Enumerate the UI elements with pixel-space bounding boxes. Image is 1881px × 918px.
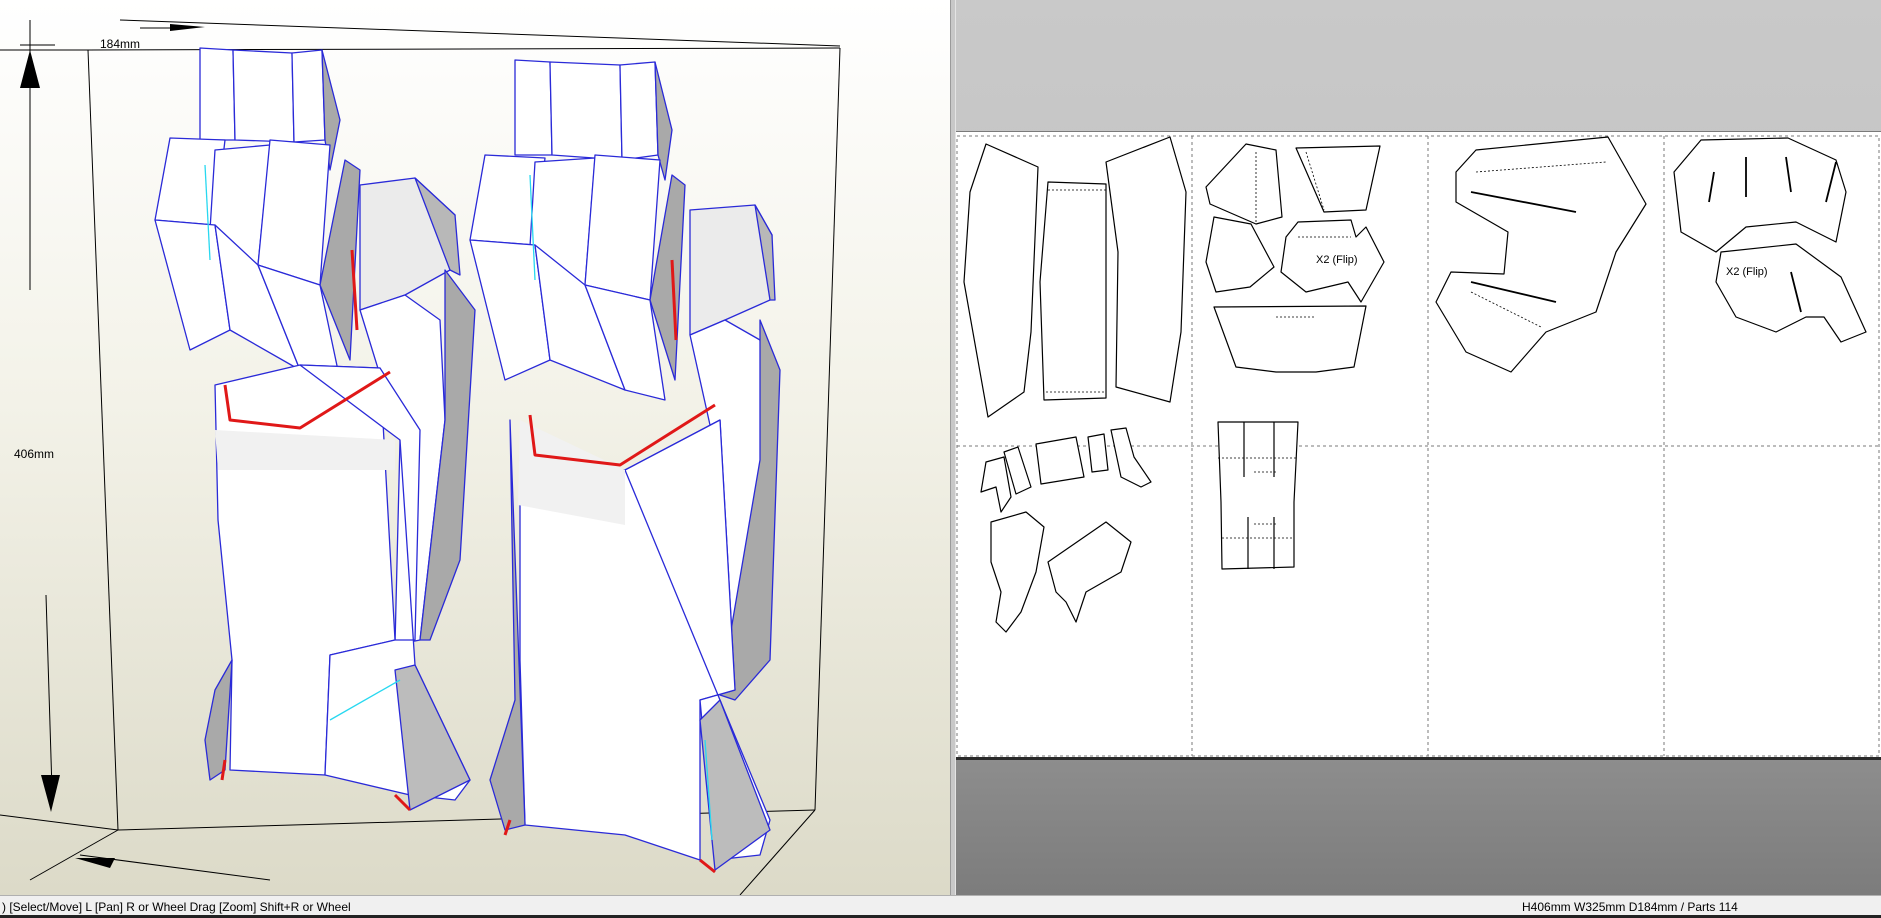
3d-view[interactable]: 184mm 406mm bbox=[0, 0, 950, 895]
workspace-background bbox=[956, 760, 1881, 895]
part-group-3[interactable] bbox=[1435, 136, 1647, 373]
flip-note-2: X2 (Flip) bbox=[1726, 266, 1768, 278]
arrow-up-icon bbox=[20, 50, 40, 88]
part-group-6[interactable] bbox=[1217, 421, 1299, 570]
mouse-hint-text: ) [Select/Move] L [Pan] R or Wheel Drag … bbox=[2, 900, 351, 914]
arrow-down-icon bbox=[41, 775, 60, 812]
3d-scene[interactable]: 184mm 406mm bbox=[0, 0, 950, 895]
height-dimension-label: 406mm bbox=[14, 447, 54, 461]
model-info-text: H406mm W325mm D184mm / Parts 114 bbox=[1522, 900, 1738, 914]
part-group-1[interactable] bbox=[963, 136, 1187, 418]
part-group-5[interactable] bbox=[980, 427, 1152, 633]
depth-dimension-label: 184mm bbox=[100, 37, 140, 51]
gauntlet-right[interactable] bbox=[469, 59, 781, 874]
gauntlet-left[interactable] bbox=[154, 47, 476, 812]
status-bar: ) [Select/Move] L [Pan] R or Wheel Drag … bbox=[0, 895, 1881, 918]
arrow-right-icon bbox=[170, 24, 205, 31]
part-group-2[interactable]: X2 (Flip) bbox=[1205, 143, 1385, 373]
pattern-sheet[interactable]: X2 (Flip) X2 (Flip) bbox=[956, 131, 1881, 760]
flip-note-1: X2 (Flip) bbox=[1316, 254, 1358, 266]
pattern-layout[interactable]: X2 (Flip) X2 (Flip) bbox=[956, 132, 1881, 758]
2d-unfold-view[interactable]: X2 (Flip) X2 (Flip) bbox=[956, 0, 1881, 895]
part-group-4[interactable]: X2 (Flip) bbox=[1673, 137, 1867, 343]
arrow-left-icon bbox=[75, 858, 115, 868]
